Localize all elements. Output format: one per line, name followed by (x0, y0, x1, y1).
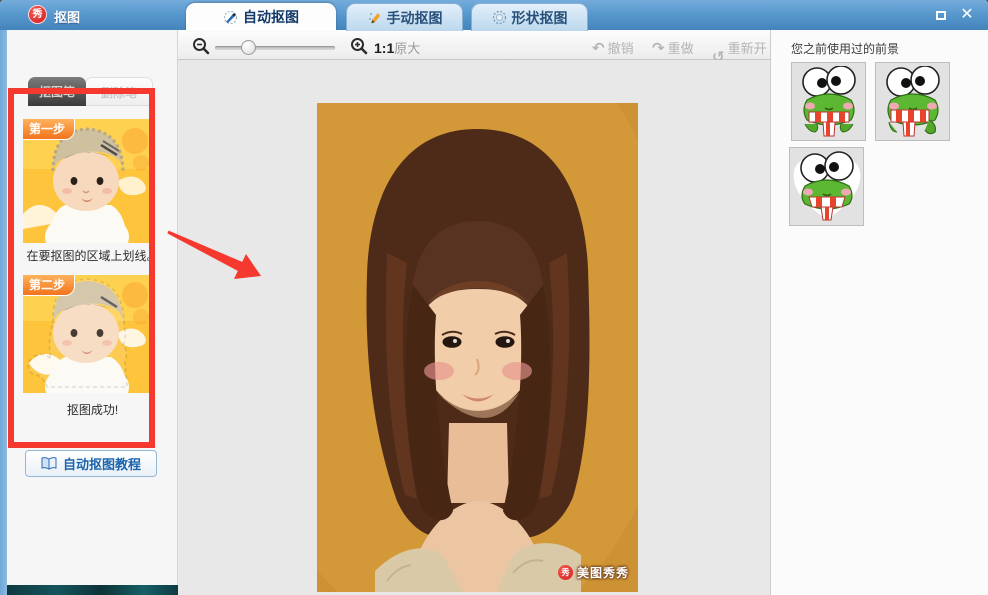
sidebar-tab-cutout-pen[interactable]: 抠图笔 (28, 77, 86, 106)
watermark-text: 美图秀秀 (576, 566, 629, 580)
foreground-thumbnail-frog-2[interactable] (875, 62, 950, 141)
sidebar-tab-delete-pen[interactable]: 删除笔 (85, 77, 153, 106)
actual-size-button[interactable]: 1:1原大 (374, 38, 420, 57)
meitu-logo-icon: 秀 (557, 565, 573, 580)
zoom-slider[interactable] (215, 40, 335, 55)
step1-badge: 第一步 (23, 119, 76, 140)
foreground-history-header: 您之前使用过的前景 (791, 42, 900, 56)
foreground-thumbnail-frog-1[interactable] (791, 62, 866, 141)
auto-cutout-brush-icon (223, 10, 238, 24)
redo-icon: ↷ (652, 39, 665, 57)
undo-button[interactable]: ↶ 撤销 (592, 38, 634, 57)
canvas-toolbar: 1:1原大 ↶ 撤销 ↷ 重做 ↺ 重新开始 (178, 33, 770, 75)
photo-being-edited[interactable]: 秀 美图秀秀 (317, 103, 638, 592)
maximize-button[interactable] (932, 7, 950, 23)
promo-banner[interactable] (7, 585, 178, 595)
step1-caption: 在要抠图的区域上划线。 (26, 249, 159, 263)
tab-label: 形状抠图 (511, 9, 568, 26)
meitu-watermark: 秀 美图秀秀 (557, 564, 629, 581)
step2-badge: 第二步 (23, 275, 76, 296)
zoom-slider-handle[interactable] (241, 40, 256, 55)
window-title: 抠图 (54, 10, 81, 25)
frog-illustration (801, 65, 856, 136)
zoom-ratio-suffix: 原大 (394, 41, 421, 56)
cutout-dialog-window: 秀 抠图 ✕ 自动抠图 手动抠图 形状抠图 抠图笔 删除笔 第一步 在要抠图的区… (0, 0, 988, 595)
woman-portrait (317, 103, 638, 592)
tab-shape-cutout[interactable]: 形状抠图 (471, 3, 588, 31)
book-icon (41, 457, 57, 470)
tab-auto-cutout[interactable]: 自动抠图 (186, 3, 336, 31)
tab-label: 自动抠图 (243, 9, 299, 25)
editing-canvas: 秀 美图秀秀 (178, 60, 770, 595)
zoom-ratio-value: 1:1 (374, 40, 395, 56)
foreground-thumbnail-frog-heart[interactable] (789, 147, 864, 226)
tab-manual-cutout[interactable]: 手动抠图 (346, 3, 463, 31)
manual-cutout-pen-icon (368, 13, 380, 24)
tutorial-sidebar: 抠图笔 删除笔 第一步 在要抠图的区域上划线。 第二步 抠图成功! 自动抠图教程 (7, 30, 178, 595)
shape-cutout-icon (492, 10, 506, 25)
window-left-border (0, 30, 7, 595)
redo-label: 重做 (667, 41, 694, 56)
frog-in-heart-illustration (793, 150, 860, 220)
tutorial-button-label: 自动抠图教程 (62, 457, 141, 472)
frog-illustration (885, 65, 940, 136)
foreground-history-panel: 您之前使用过的前景 (770, 30, 988, 595)
undo-icon: ↶ (592, 39, 605, 57)
tab-label: 手动抠图 (386, 9, 443, 26)
zoom-in-icon[interactable] (350, 37, 368, 55)
zoom-out-icon[interactable] (192, 37, 210, 55)
step2-caption: 抠图成功! (66, 403, 119, 417)
app-logo-icon: 秀 (28, 5, 47, 24)
undo-label: 撤销 (607, 41, 634, 56)
close-button[interactable]: ✕ (958, 7, 976, 23)
auto-cutout-tutorial-button[interactable]: 自动抠图教程 (25, 450, 157, 477)
redo-button[interactable]: ↷ 重做 (652, 38, 694, 57)
